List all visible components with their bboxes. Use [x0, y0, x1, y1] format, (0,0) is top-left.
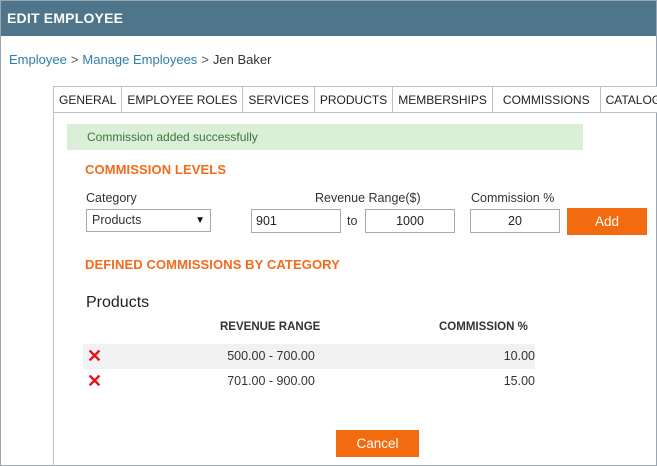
breadcrumb: Employee > Manage Employees > Jen Baker — [9, 52, 271, 67]
row-revenue-range: 701.00 - 900.00 — [227, 374, 315, 388]
category-select[interactable]: Products ▼ — [86, 209, 211, 232]
window-title: EDIT EMPLOYEE — [1, 1, 656, 36]
breadcrumb-separator: > — [70, 52, 79, 67]
row-commission: 15.00 — [503, 374, 535, 388]
tab-services[interactable]: SERVICES — [242, 86, 314, 113]
table-row: ✕ 701.00 - 900.00 15.00 — [83, 369, 535, 394]
category-label: Category — [86, 191, 137, 205]
delete-icon[interactable]: ✕ — [87, 372, 103, 390]
edit-employee-window: EDIT EMPLOYEE Employee > Manage Employees >… — [0, 0, 657, 466]
range-to-label: to — [347, 214, 358, 228]
row-commission: 10.00 — [503, 349, 535, 363]
category-heading: Products — [86, 294, 150, 311]
dropdown-arrow-icon: ▼ — [195, 215, 205, 226]
delete-icon[interactable]: ✕ — [87, 347, 103, 365]
row-revenue-range: 500.00 - 700.00 — [227, 349, 315, 363]
breadcrumb-separator: > — [201, 52, 209, 67]
success-alert: Commission added successfully — [67, 124, 583, 150]
category-select-value: Products — [92, 213, 142, 227]
tab-products[interactable]: PRODUCTS — [313, 86, 393, 113]
table-row: ✕ 500.00 - 700.00 10.00 — [83, 344, 535, 369]
commission-levels-title: COMMISSION LEVELS — [85, 162, 227, 177]
revenue-range-header: REVENUE RANGE — [220, 321, 321, 333]
revenue-range-label: Revenue Range($) — [315, 191, 421, 205]
breadcrumb-manage-employees-link[interactable]: Manage Employees — [82, 52, 197, 67]
tab-bar: GENERAL EMPLOYEE ROLES SERVICES PRODUCTS… — [53, 86, 657, 113]
cancel-button[interactable]: Cancel — [336, 430, 419, 457]
defined-commissions-title: DEFINED COMMISSIONS BY CATEGORY — [85, 257, 340, 272]
commission-percent-input[interactable] — [470, 209, 560, 233]
tab-memberships[interactable]: MEMBERSHIPS — [392, 86, 492, 113]
tab-catalog[interactable]: CATALOG — [599, 86, 657, 113]
breadcrumb-current: Jen Baker — [212, 52, 272, 67]
tab-employee-roles[interactable]: EMPLOYEE ROLES — [121, 86, 243, 113]
commission-percent-header: COMMISSION % — [439, 321, 528, 333]
add-commission-button[interactable]: Add — [567, 208, 647, 235]
tab-commissions[interactable]: COMMISSIONS — [491, 86, 600, 113]
tab-general[interactable]: GENERAL — [53, 86, 122, 113]
commission-percent-label: Commission % — [471, 191, 555, 205]
range-from-input[interactable] — [251, 209, 341, 233]
range-to-input[interactable] — [365, 209, 455, 233]
breadcrumb-employee-link[interactable]: Employee — [9, 52, 67, 67]
